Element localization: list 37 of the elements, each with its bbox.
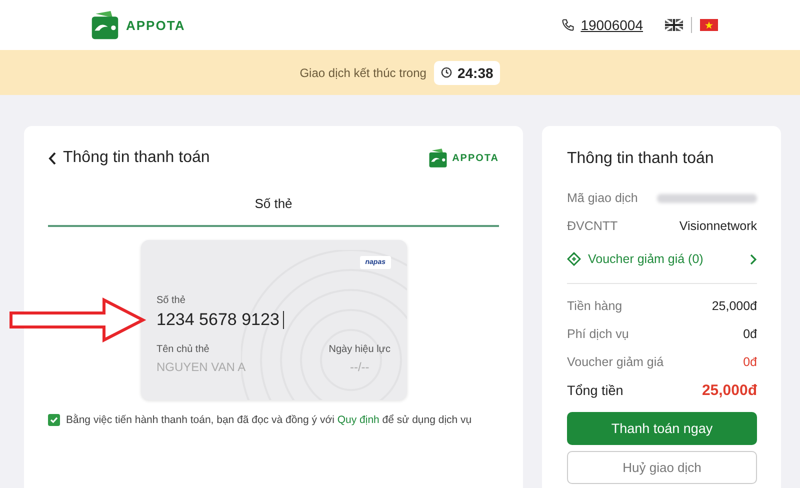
card-number-label: Số thẻ xyxy=(156,295,186,306)
countdown-label: Giao dịch kết thúc trong xyxy=(300,66,426,80)
amount-label: Tổng tiền xyxy=(567,382,624,398)
phone-link[interactable]: 19006004 xyxy=(580,17,643,33)
summary-title: Thông tin thanh toán xyxy=(567,150,715,168)
amount-label: Voucher giảm giá xyxy=(567,355,664,369)
terms-link[interactable]: Quy định xyxy=(337,414,380,426)
card-number-field[interactable]: 1234 5678 9123 xyxy=(156,310,390,330)
detail-value: Visionnetwork xyxy=(679,219,757,233)
consent-checkbox[interactable] xyxy=(48,414,60,426)
wallet-logo-icon xyxy=(428,148,448,168)
amount-value: 0đ xyxy=(743,327,757,341)
phone-icon xyxy=(560,18,575,32)
chevron-right-icon xyxy=(750,254,757,264)
tab[interactable]: Số thẻ xyxy=(48,186,499,225)
vietnam-flag-icon[interactable] xyxy=(700,19,718,31)
clock-icon xyxy=(441,67,452,78)
logo-text: APPOTA xyxy=(452,152,499,164)
logo-text: APPOTA xyxy=(126,18,186,32)
amount-value: 0đ xyxy=(743,355,757,369)
consent-text: Bằng việc tiến hành thanh toán, bạn đã đọc và đồng ý với Quy định để sử dụng dịch vụ xyxy=(66,414,472,426)
detail-label: ĐVCNTT xyxy=(567,219,618,233)
uk-flag-icon[interactable] xyxy=(665,19,683,31)
back-button[interactable]: Thông tin thanh toán xyxy=(48,149,210,167)
countdown-timer: 24:38 xyxy=(434,60,500,84)
detail-label: Mã giao dịch xyxy=(567,191,638,205)
amount-label: Phí dịch vụ xyxy=(567,327,629,341)
chevron-left-icon xyxy=(48,152,57,164)
wallet-logo-icon xyxy=(90,10,120,40)
pay-button[interactable]: Thanh toán ngay xyxy=(567,412,757,445)
cancel-button[interactable]: Huỷ giao dịch xyxy=(567,451,757,484)
voucher-link[interactable]: Voucher giảm giá (0) xyxy=(567,249,757,269)
amount-label: Tiền hàng xyxy=(567,299,622,313)
amount-value: 25,000đ xyxy=(712,299,757,313)
holder-label: Tên chủ thẻ xyxy=(156,344,210,355)
amount-value: 25,000đ xyxy=(702,382,757,398)
expiry-label: Ngày hiệu lực xyxy=(328,344,390,355)
